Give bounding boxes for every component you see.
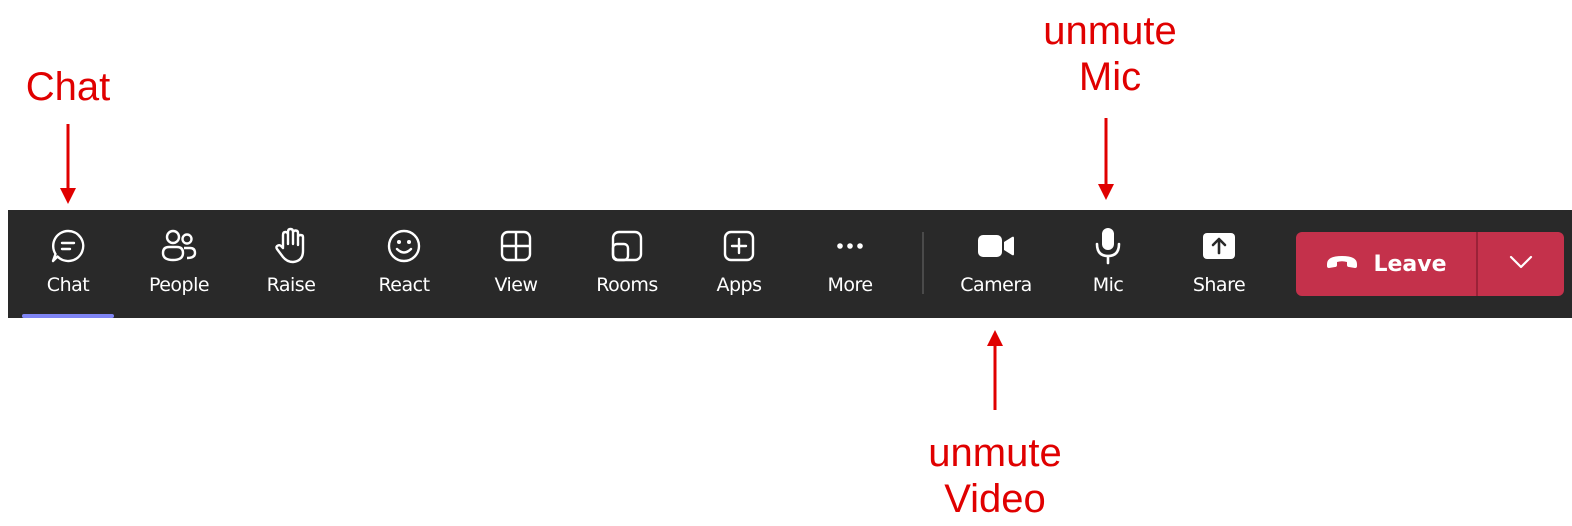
rooms-button[interactable]: Rooms bbox=[575, 210, 679, 318]
grid-view-icon bbox=[496, 226, 536, 266]
leave-button-group: Leave bbox=[1296, 232, 1564, 296]
raise-label: Raise bbox=[266, 274, 316, 296]
annotation-unmute-video: unmute Video bbox=[900, 430, 1090, 522]
mic-label: Mic bbox=[1092, 274, 1124, 296]
annotation-mic-line1: unmute bbox=[1043, 9, 1177, 53]
people-label: People bbox=[148, 274, 210, 296]
share-button[interactable]: Share bbox=[1167, 210, 1271, 318]
microphone-icon bbox=[1088, 226, 1128, 266]
react-label: React bbox=[378, 274, 430, 296]
raise-hand-button[interactable]: Raise bbox=[239, 210, 343, 318]
rooms-icon bbox=[607, 226, 647, 266]
selected-indicator bbox=[22, 314, 114, 318]
arrow-mic bbox=[1098, 118, 1114, 200]
leave-options-dropdown[interactable] bbox=[1478, 232, 1564, 296]
people-button[interactable]: People bbox=[127, 210, 231, 318]
share-label: Share bbox=[1192, 274, 1246, 296]
chevron-down-icon bbox=[1509, 255, 1533, 274]
chat-icon bbox=[48, 226, 88, 266]
apps-button[interactable]: Apps bbox=[687, 210, 791, 318]
annotation-video-line1: unmute bbox=[928, 431, 1062, 475]
meeting-toolbar: Chat People Raise React View Rooms Apps … bbox=[8, 210, 1572, 318]
more-dots-icon bbox=[830, 226, 870, 266]
leave-label: Leave bbox=[1373, 251, 1447, 277]
react-button[interactable]: React bbox=[352, 210, 456, 318]
apps-plus-icon bbox=[719, 226, 759, 266]
leave-button[interactable]: Leave bbox=[1296, 232, 1476, 296]
view-button[interactable]: View bbox=[464, 210, 568, 318]
share-icon bbox=[1199, 226, 1239, 266]
more-button[interactable]: More bbox=[798, 210, 902, 318]
raise-hand-icon bbox=[271, 226, 311, 266]
camera-icon bbox=[976, 226, 1016, 266]
apps-label: Apps bbox=[716, 274, 762, 296]
view-label: View bbox=[494, 274, 538, 296]
camera-button[interactable]: Camera bbox=[944, 210, 1048, 318]
hang-up-icon bbox=[1325, 254, 1359, 275]
chat-label: Chat bbox=[46, 274, 90, 296]
arrow-camera bbox=[987, 330, 1003, 410]
mic-button[interactable]: Mic bbox=[1056, 210, 1160, 318]
rooms-label: Rooms bbox=[596, 274, 658, 296]
people-icon bbox=[159, 226, 199, 266]
smiley-icon bbox=[384, 226, 424, 266]
more-label: More bbox=[827, 274, 873, 296]
camera-label: Camera bbox=[960, 274, 1032, 296]
annotation-chat: Chat bbox=[25, 65, 111, 109]
arrow-chat bbox=[60, 124, 76, 204]
chat-button[interactable]: Chat bbox=[16, 210, 120, 318]
annotation-unmute-mic: unmute Mic bbox=[1020, 8, 1200, 100]
annotation-video-line2: Video bbox=[944, 477, 1046, 521]
page: Chat unmute Mic Chat People Raise React … bbox=[0, 0, 1572, 526]
annotation-mic-line2: Mic bbox=[1078, 55, 1142, 99]
toolbar-divider bbox=[922, 232, 924, 294]
